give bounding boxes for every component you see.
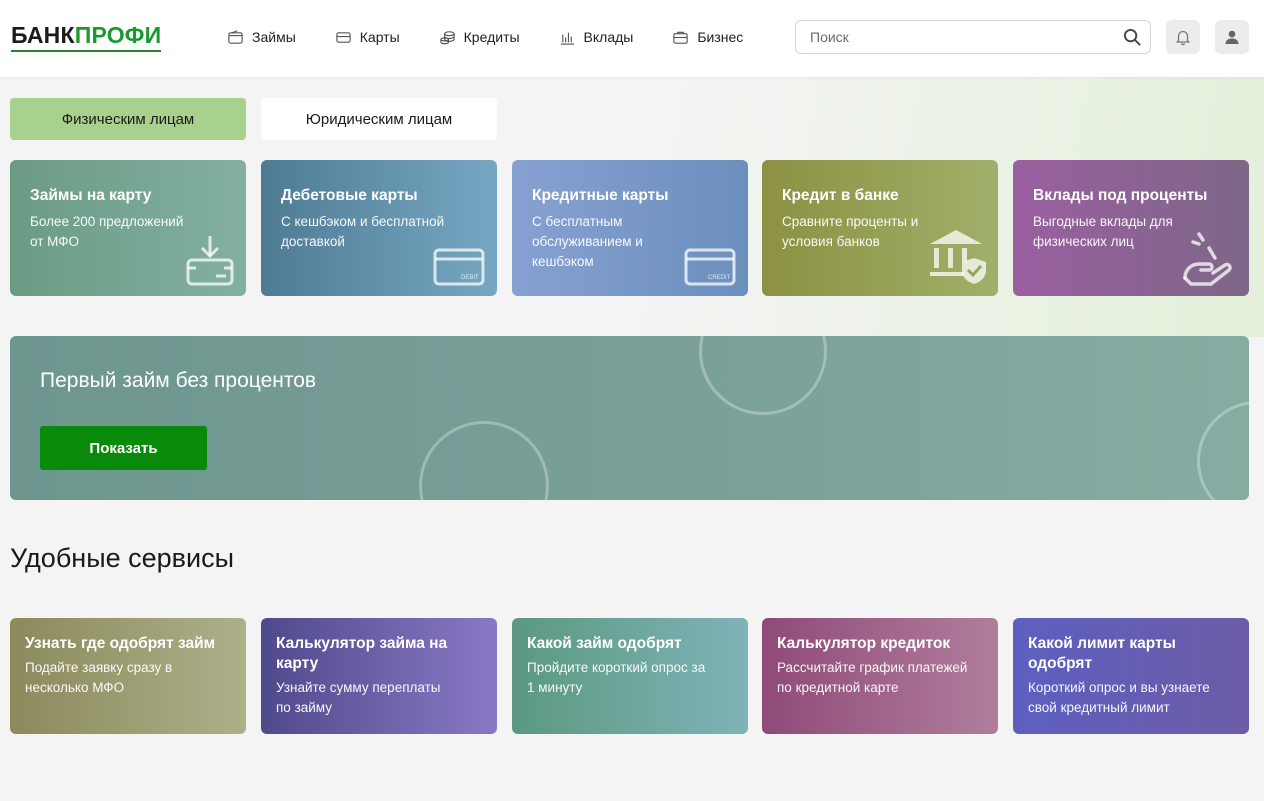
tab-legal-entities[interactable]: Юридическим лицам xyxy=(261,98,497,140)
download-card-icon xyxy=(186,236,234,286)
card-description: Рассчитайте график платежей по кредитной… xyxy=(777,660,968,695)
debit-card-label: DEBIT xyxy=(461,275,479,281)
debit-card-icon: DEBIT xyxy=(433,248,485,286)
nav-label: Займы xyxy=(252,29,296,45)
product-card-credit[interactable]: Кредитные карты С бесплатным обслуживани… xyxy=(512,160,748,296)
service-card-credit-card-calculator[interactable]: Калькулятор кредиток Рассчитайте график … xyxy=(762,618,998,734)
service-card-which-loan[interactable]: Какой займ одобрят Пройдите короткий опр… xyxy=(512,618,748,734)
card-title: Дебетовые карты xyxy=(281,187,418,204)
card-description: С бесплатным обслуживанием и кешбэком xyxy=(532,214,643,269)
card-description: Выгодные вклады для физических лиц xyxy=(1033,214,1173,249)
tab-individuals[interactable]: Физическим лицам xyxy=(10,98,246,140)
nav-label: Кредиты xyxy=(463,29,520,45)
card-description: Короткий опрос и вы узнаете свой кредитн… xyxy=(1028,680,1210,715)
product-card-bank-credit[interactable]: Кредит в банке Сравните проценты и услов… xyxy=(762,160,998,296)
nav-item-cards[interactable]: Карты xyxy=(335,27,400,47)
logo[interactable]: БАНКПРОФИ xyxy=(11,22,162,52)
card-description: Сравните проценты и условия банков xyxy=(782,214,919,249)
card-title: Какой займ одобрят xyxy=(527,635,682,652)
product-card-loans[interactable]: Займы на карту Более 200 предложений от … xyxy=(10,160,246,296)
credit-card-label: CREDIT xyxy=(708,275,731,281)
credit-card-icon: CREDIT xyxy=(684,248,736,286)
search-input[interactable] xyxy=(796,21,1106,53)
card-title: Вклады под проценты xyxy=(1033,187,1208,204)
search-box xyxy=(795,20,1151,54)
coins-icon xyxy=(439,30,455,44)
card-title: Узнать где одобрят займ xyxy=(25,635,216,652)
product-card-deposits[interactable]: Вклады под проценты Выгодные вклады для … xyxy=(1013,160,1249,296)
nav-item-loans[interactable]: Займы xyxy=(227,27,296,47)
decorative-ring xyxy=(699,336,827,415)
card-title: Калькулятор займа на карту xyxy=(276,635,448,672)
show-button[interactable]: Показать xyxy=(40,426,207,470)
banner-title: Первый займ без процентов xyxy=(40,369,317,392)
card-description: Узнайте сумму переплаты по займу xyxy=(276,680,441,715)
nav-label: Бизнес xyxy=(697,29,744,45)
logo-text-bank: БАНК xyxy=(11,22,75,48)
notifications-button[interactable] xyxy=(1166,20,1200,54)
service-card-card-limit[interactable]: Какой лимит карты одобрят Короткий опрос… xyxy=(1013,618,1249,734)
logo-text-profi: ПРОФИ xyxy=(74,22,162,48)
nav-item-credits[interactable]: Кредиты xyxy=(439,27,520,47)
user-icon xyxy=(1225,30,1239,44)
product-card-debit[interactable]: Дебетовые карты С кешбэком и бесплатной … xyxy=(261,160,497,296)
wallet-icon xyxy=(228,29,243,44)
main-nav: Займы Карты Кредиты Вклады Бизнес xyxy=(227,27,782,47)
bank-shield-icon xyxy=(930,230,986,284)
card-title: Кредитные карты xyxy=(532,187,669,204)
card-description: Пройдите короткий опрос за 1 минуту xyxy=(527,660,706,695)
site-header: БАНКПРОФИ Займы Карты Кредиты Вклады Биз… xyxy=(0,0,1264,77)
briefcase-icon xyxy=(673,31,689,44)
hand-coin-icon xyxy=(1183,232,1232,286)
bell-icon xyxy=(1175,30,1191,46)
nav-item-business[interactable]: Бизнес xyxy=(672,27,743,47)
decorative-ring xyxy=(419,421,549,500)
nav-label: Вклады xyxy=(583,29,634,45)
card-title: Какой лимит карты одобрят xyxy=(1028,635,1176,672)
services-heading: Удобные сервисы xyxy=(10,543,234,573)
nav-label: Карты xyxy=(359,29,400,45)
service-card-where-approved[interactable]: Узнать где одобрят займ Подайте заявку с… xyxy=(10,618,246,734)
nav-item-deposits[interactable]: Вклады xyxy=(559,27,634,47)
card-icon xyxy=(336,31,351,43)
card-title: Калькулятор кредиток xyxy=(777,635,951,652)
chart-icon xyxy=(560,32,574,45)
decorative-ring xyxy=(1197,401,1249,500)
card-title: Кредит в банке xyxy=(782,187,899,204)
card-description: Более 200 предложений от МФО xyxy=(30,214,184,249)
profile-button[interactable] xyxy=(1215,20,1249,54)
search-icon[interactable] xyxy=(1123,28,1142,47)
card-description: Подайте заявку сразу в несколько МФО xyxy=(25,660,173,695)
service-card-loan-calculator[interactable]: Калькулятор займа на карту Узнайте сумму… xyxy=(261,618,497,734)
promo-banner: Первый займ без процентов Показать xyxy=(10,336,1249,500)
card-title: Займы на карту xyxy=(30,187,152,204)
